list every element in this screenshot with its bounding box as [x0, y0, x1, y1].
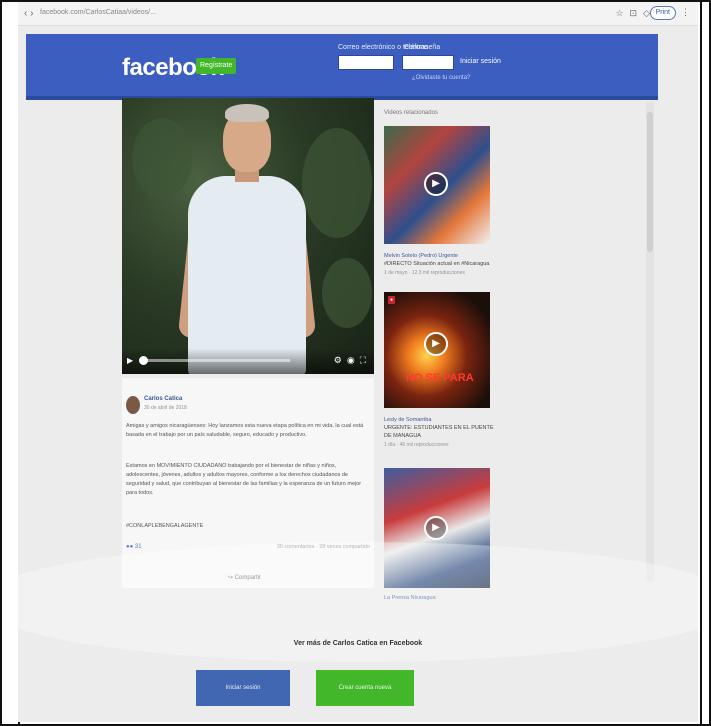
browser-extension-icons: ☆ ⊡ ◇: [615, 8, 650, 19]
address-bar[interactable]: facebook.com/CarlosCatiaa/videos/...: [40, 9, 156, 16]
extension-icon[interactable]: ⊡: [630, 8, 638, 19]
video-controls: ▶ ⚙ ◉ ⛶: [122, 348, 374, 374]
related-video-meta: 1 día · 46 mil reproducciones: [384, 442, 449, 448]
post-hashtag[interactable]: #CONLAPLEBENGALAGENTE: [126, 522, 370, 531]
login-button[interactable]: Iniciar sesión: [196, 670, 290, 706]
facebook-header: facebook Regístrate Correo electrónico o…: [26, 34, 658, 100]
forgot-account-link[interactable]: ¿Olvidaste tu cuenta?: [412, 75, 470, 81]
related-video-title[interactable]: Lesly de Somarriba: [384, 416, 494, 424]
menu-kebab-icon[interactable]: ⋮: [681, 7, 690, 18]
related-video-subtitle[interactable]: #DIRECTO Situación actual en #Nicaragua: [384, 260, 494, 268]
star-icon[interactable]: ☆: [615, 8, 623, 19]
fullscreen-icon[interactable]: ⛶: [360, 355, 366, 366]
see-more-heading: Ver más de Carlos Catica en Facebook: [293, 640, 423, 647]
progress-handle[interactable]: [139, 356, 148, 365]
password-field[interactable]: [402, 55, 454, 70]
related-videos-title: Videos relacionados: [384, 110, 438, 116]
related-video-subtitle[interactable]: URGENTE: ESTUDIANTES EN EL PUENTE DE MAN…: [384, 424, 494, 440]
post-author[interactable]: Carlos Catica: [144, 396, 182, 402]
page-scrollbar[interactable]: [646, 102, 654, 582]
play-icon[interactable]: ▶: [424, 516, 448, 540]
thumbnail-overlay-text: NO SE PARA: [406, 372, 474, 384]
foliage: [132, 118, 192, 198]
foliage: [322, 258, 372, 328]
post-paragraph: Amigas y amigos nicaragüenses: Hoy lanza…: [126, 423, 364, 438]
back-arrow-icon[interactable]: ‹ ›: [24, 8, 33, 19]
related-video-title[interactable]: Melvin Sotelo (Pedro) Urgente: [384, 252, 494, 260]
play-icon[interactable]: ▶: [127, 356, 133, 365]
browser-page: ‹ › facebook.com/CarlosCatiaa/videos/...…: [18, 2, 698, 722]
email-field[interactable]: [338, 55, 394, 70]
scrollbar-thumb[interactable]: [647, 112, 653, 252]
foliage: [302, 128, 372, 238]
post-date[interactable]: 30 de abril de 2018: [144, 405, 187, 411]
play-icon[interactable]: ▶: [424, 172, 448, 196]
browser-toolbar: ‹ › facebook.com/CarlosCatiaa/videos/...…: [18, 2, 698, 26]
create-account-button[interactable]: Crear cuenta nueva: [316, 670, 414, 706]
password-label: Contraseña: [404, 44, 441, 51]
puzzle-icon[interactable]: ◇: [643, 8, 650, 19]
video-player[interactable]: ▶ ⚙ ◉ ⛶: [122, 98, 374, 374]
live-tag: ●: [388, 296, 396, 304]
print-button[interactable]: Print: [649, 6, 676, 20]
player-controls: ⚙ ◉ ⛶: [334, 355, 366, 366]
avatar[interactable]: [126, 396, 140, 414]
post-paragraph: Estamos en MOVIMIENTO CIUDADANO trabajan…: [126, 463, 362, 496]
settings-icon[interactable]: ⚙: [334, 355, 342, 366]
reaction-count[interactable]: ●● 31: [126, 544, 142, 550]
related-video-meta: 1 de mayo · 12.3 mil reproducciones: [384, 270, 465, 276]
play-icon[interactable]: ▶: [424, 332, 448, 356]
volume-icon[interactable]: ◉: [347, 355, 355, 366]
related-video-thumbnail[interactable]: ▶: [384, 126, 490, 244]
person-shirt: [188, 176, 306, 374]
person-hair: [225, 104, 269, 122]
login-button[interactable]: Iniciar sesión: [460, 58, 501, 65]
video-progress-bar[interactable]: [139, 356, 290, 365]
related-video-thumbnail[interactable]: ● ▶ NO SE PARA: [384, 292, 490, 408]
signup-button[interactable]: Regístrate: [196, 58, 237, 74]
like-reaction-icon: ●●: [126, 544, 134, 550]
